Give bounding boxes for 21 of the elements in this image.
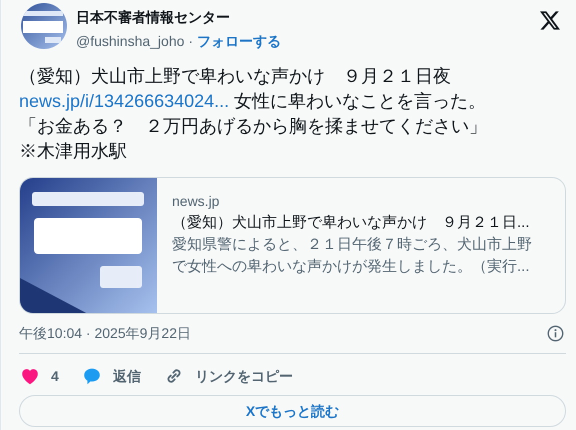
- timestamp[interactable]: 午後10:04 · 2025年9月22日: [19, 323, 191, 344]
- like-action[interactable]: 4: [19, 365, 59, 387]
- author-name[interactable]: 日本不審者情報センター: [76, 8, 282, 26]
- card-description-line: で女性への卑わいな声かけが発生しました。（実行...: [172, 257, 531, 277]
- tweet-text-line: ※木津用水駅: [19, 140, 128, 163]
- read-more-button[interactable]: Xでもっと読む: [19, 395, 566, 427]
- tweet-text-line: （愛知）犬山市上野で卑わいな声かけ ９月２１日夜: [19, 65, 452, 88]
- reply-action[interactable]: 返信: [80, 365, 141, 387]
- card-description-line: 愛知県警によると、２１日午後７時ごろ、犬山市上野: [172, 235, 532, 255]
- link-card[interactable]: news.jp （愛知）犬山市上野で卑わいな声かけ ９月２１日... 愛知県警によると、２１日午後７時ごろ、犬山市上野 で女性への卑わいな声かけが発生しました。（実行...: [19, 177, 566, 314]
- card-title: （愛知）犬山市上野で卑わいな声かけ ９月２１日...: [172, 213, 531, 233]
- copy-action[interactable]: リンクをコピー: [162, 365, 293, 387]
- x-logo-icon[interactable]: [540, 11, 560, 30]
- tweet-text-line: 「お金ある？ ２万円あげるから胸を揉ませてください」: [19, 115, 488, 138]
- author-handle[interactable]: @fushinsha_joho: [76, 32, 184, 50]
- tweet-link[interactable]: news.jp/i/134266634024...: [19, 91, 230, 111]
- tweet-text-line: news.jp/i/134266634024... 女性に卑わいなことを言った。: [19, 90, 488, 113]
- separator: ·: [188, 32, 194, 50]
- info-icon[interactable]: [547, 325, 564, 342]
- follow-link[interactable]: フォローする: [197, 32, 282, 50]
- card-domain: news.jp: [172, 192, 220, 210]
